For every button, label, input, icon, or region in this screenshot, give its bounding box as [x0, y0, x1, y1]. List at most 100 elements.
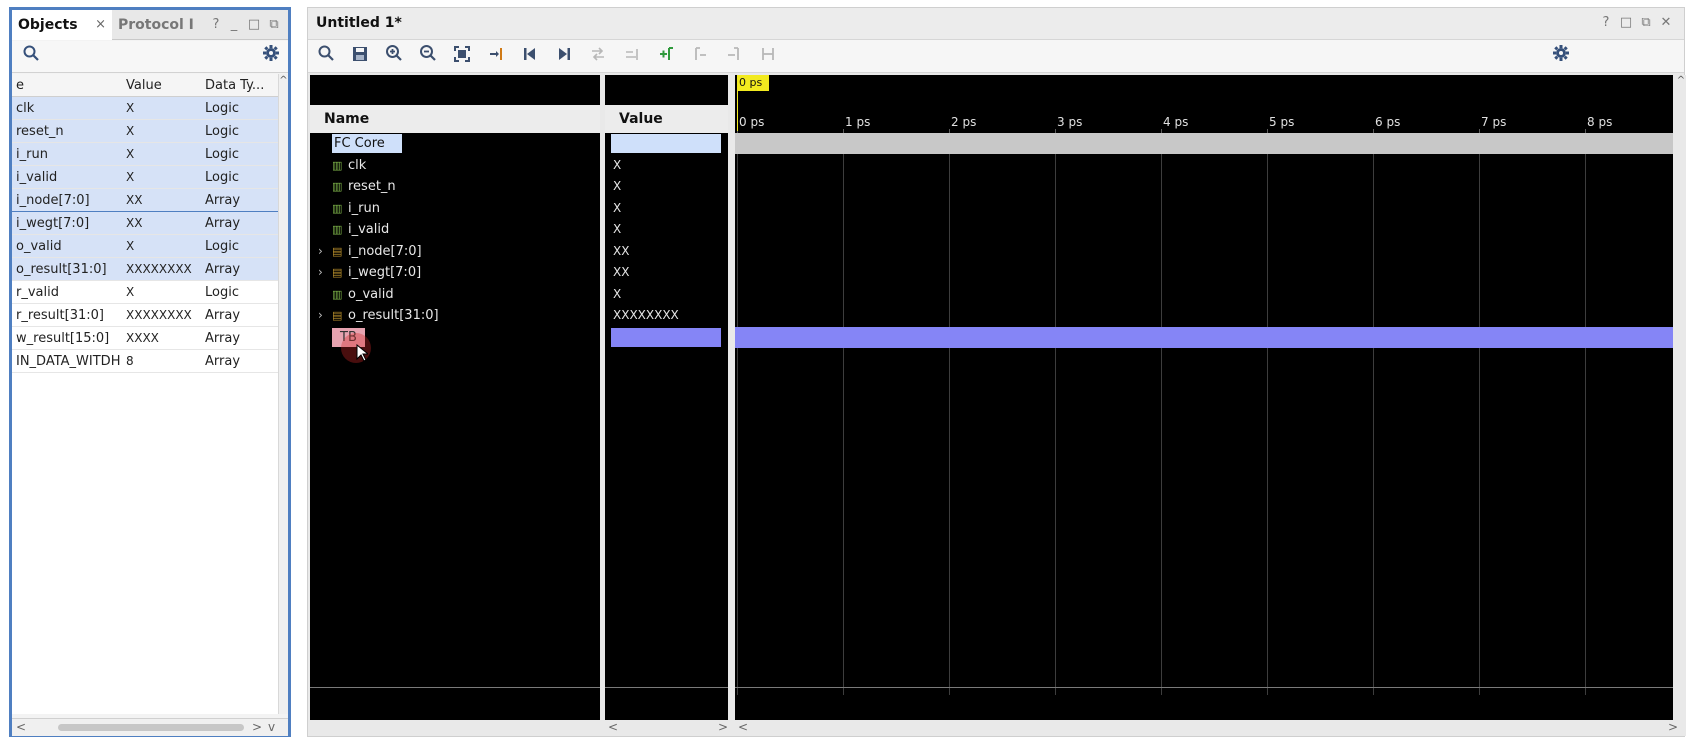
table-row[interactable]: reset_n X Logic [12, 120, 278, 143]
cell-type: Logic [205, 147, 239, 162]
cell-type: Array [205, 331, 241, 346]
chevron-up-icon[interactable]: ^ [279, 74, 288, 88]
table-row[interactable]: w_result[15:0] XXXX Array [12, 327, 278, 350]
signal-label: i_wegt[7:0] [348, 265, 422, 280]
cell-value: XX [126, 216, 143, 230]
table-row[interactable]: i_run X Logic [12, 143, 278, 166]
chevron-up-icon[interactable]: ^ [1676, 75, 1686, 86]
go-to-start-icon[interactable] [517, 44, 543, 70]
signal-name-row[interactable]: ▥ i_run [332, 197, 380, 220]
signal-name-row[interactable]: › ▤ i_wegt[7:0] [318, 261, 422, 284]
maximize-icon[interactable]: □ [1618, 8, 1634, 38]
cell-name: r_result[31:0] [16, 308, 104, 323]
waveform-pane[interactable]: 0 ps 1 ps 2 ps 3 ps 4 ps 5 ps 6 ps 7 ps 8 ps 0 p… [735, 75, 1673, 736]
grid-line [1585, 135, 1586, 695]
vertical-scrollbar[interactable]: ^ [278, 74, 288, 714]
cell-type: Array [205, 262, 241, 277]
cursor-line[interactable] [737, 91, 738, 131]
maximize-icon[interactable]: □ [246, 10, 262, 40]
expand-chevron-icon[interactable]: › [318, 304, 323, 327]
cell-type: Logic [205, 101, 239, 116]
cell-value: X [126, 285, 135, 299]
cell-name: IN_DATA_WITDH [16, 354, 121, 369]
signal-value: X [613, 179, 622, 193]
horizontal-scrollbar[interactable]: < > v [12, 718, 288, 736]
go-to-cursor-icon[interactable] [483, 44, 509, 70]
logic-signal-icon: ▥ [332, 287, 343, 301]
table-row[interactable]: r_result[31:0] XXXXXXXX Array [12, 304, 278, 327]
tab-protocol[interactable]: Protocol I [112, 10, 202, 40]
table-row[interactable]: i_node[7:0] XX Array [12, 189, 278, 212]
cursor-time-label: 0 ps [737, 75, 769, 91]
chevron-left-icon[interactable]: < [16, 720, 26, 734]
cell-name: i_run [16, 147, 48, 162]
scroll-thumb[interactable] [58, 724, 244, 731]
vertical-scrollbar[interactable]: ^ [1676, 75, 1686, 736]
add-marker-icon[interactable] [653, 44, 679, 70]
marker-range-icon[interactable] [755, 44, 781, 70]
close-icon[interactable]: × [95, 10, 106, 40]
next-marker-icon[interactable] [721, 44, 747, 70]
table-row[interactable]: i_valid X Logic [12, 166, 278, 189]
logic-signal-icon: ▥ [332, 223, 343, 236]
signal-label: i_valid [348, 222, 390, 237]
time-tick-label: 6 ps [1375, 115, 1401, 129]
chevron-left-icon[interactable]: < [608, 720, 618, 734]
chevron-right-icon[interactable]: > [1668, 720, 1678, 734]
float-icon[interactable]: ⧉ [266, 10, 282, 40]
previous-marker-icon[interactable] [687, 44, 713, 70]
help-icon[interactable]: ? [208, 10, 224, 40]
divider [605, 687, 728, 688]
zoom-fit-icon[interactable] [449, 44, 475, 70]
signal-name-row[interactable]: ▥ o_valid [332, 283, 394, 306]
go-to-end-icon[interactable] [551, 44, 577, 70]
search-icon[interactable] [313, 44, 339, 70]
signal-name-row[interactable]: ▥ reset_n [332, 175, 396, 198]
cell-type: Array [205, 216, 241, 231]
table-row[interactable]: clk X Logic [12, 97, 278, 120]
zoom-out-icon[interactable] [415, 44, 441, 70]
gear-icon[interactable] [258, 44, 284, 70]
signal-value: XX [613, 243, 630, 258]
table-row[interactable]: o_valid X Logic [12, 235, 278, 258]
float-icon[interactable]: ⧉ [1638, 8, 1654, 38]
name-column-header[interactable]: Name [310, 105, 600, 133]
column-header-value[interactable]: Value [126, 74, 208, 97]
horizontal-scrollbar[interactable]: < > < > [308, 720, 1684, 736]
chevron-right-icon[interactable]: > [252, 720, 262, 734]
column-header-type[interactable]: Data Ty... [205, 74, 275, 97]
column-header-name[interactable]: e [16, 74, 124, 97]
signal-label: i_run [348, 200, 380, 216]
cell-name: r_valid [16, 285, 59, 300]
table-row[interactable]: i_wegt[7:0] XX Array [11, 211, 279, 236]
bus-signal-icon: ▤ [332, 266, 343, 279]
swap-markers-icon[interactable] [619, 44, 645, 70]
help-icon[interactable]: ? [1598, 8, 1614, 38]
value-column-header[interactable]: Value [605, 105, 728, 133]
save-icon[interactable] [347, 44, 373, 70]
cell-value: X [126, 124, 135, 138]
gear-icon[interactable] [1548, 44, 1574, 70]
tab-objects[interactable]: Objects × [12, 10, 112, 40]
signal-name-row[interactable]: ▥ clk [332, 154, 366, 177]
signal-name-row[interactable]: FC Core [332, 132, 402, 155]
chevron-down-icon[interactable]: v [268, 720, 275, 734]
table-row[interactable]: r_valid X Logic [12, 281, 278, 304]
table-row[interactable]: o_result[31:0] XXXXXXXX Array [12, 258, 278, 281]
table-row[interactable]: IN_DATA_WITDH 8 Array [12, 350, 278, 373]
grid-line [1267, 135, 1268, 695]
chevron-left-icon[interactable]: < [738, 720, 748, 734]
expand-chevron-icon[interactable]: › [318, 261, 323, 284]
zoom-in-icon[interactable] [381, 44, 407, 70]
chevron-right-icon[interactable]: > [718, 720, 728, 734]
search-icon[interactable] [18, 44, 44, 70]
swap-cursors-icon[interactable] [585, 44, 611, 70]
logic-signal-icon: ▥ [332, 180, 343, 193]
close-icon[interactable]: ✕ [1658, 8, 1674, 38]
expand-chevron-icon[interactable]: › [318, 240, 323, 263]
signal-name-row[interactable]: › ▤ i_node[7:0] [318, 240, 422, 263]
signal-name-row[interactable]: ▥ i_valid [332, 218, 389, 241]
signal-name-row[interactable]: › ▤ o_result[31:0] [318, 304, 439, 327]
minimize-icon[interactable]: _ [226, 10, 242, 40]
cell-value: X [126, 101, 135, 115]
